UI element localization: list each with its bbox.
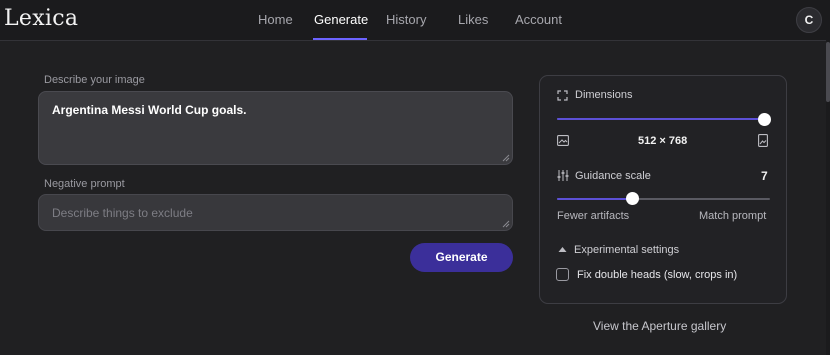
guidance-scale-value: 7 — [761, 169, 768, 183]
dimensions-slider-fill — [557, 118, 764, 120]
fewer-artifacts-label: Fewer artifacts — [557, 210, 630, 222]
caret-up-icon[interactable] — [558, 246, 567, 253]
nav-home[interactable]: Home — [258, 12, 293, 27]
experimental-settings-toggle[interactable]: Experimental settings — [574, 244, 679, 256]
nav-likes[interactable]: Likes — [458, 12, 488, 27]
guidance-slider-fill — [557, 198, 632, 200]
guidance-scale-label: Guidance scale — [575, 170, 651, 182]
prompt-textarea[interactable]: Argentina Messi World Cup goals. — [38, 91, 513, 165]
active-tab-indicator — [313, 38, 367, 40]
resize-handle-icon[interactable] — [502, 220, 510, 228]
aperture-gallery-link[interactable]: View the Aperture gallery — [593, 319, 726, 333]
dimensions-value: 512 × 768 — [638, 135, 688, 147]
avatar[interactable]: C — [796, 7, 822, 33]
dimensions-slider-knob[interactable] — [758, 113, 771, 126]
scrollbar-thumb[interactable] — [826, 42, 830, 102]
guidance-slider-knob[interactable] — [626, 192, 639, 205]
portrait-image-icon — [758, 134, 768, 147]
nav-history[interactable]: History — [386, 12, 426, 27]
landscape-image-icon — [557, 135, 569, 146]
match-prompt-label: Match prompt — [699, 210, 767, 222]
dimensions-label: Dimensions — [575, 89, 633, 101]
negative-prompt-label: Negative prompt — [44, 178, 125, 190]
fix-double-heads-label: Fix double heads (slow, crops in) — [577, 269, 738, 281]
negative-prompt-textarea[interactable]: Describe things to exclude — [38, 194, 513, 231]
nav-generate[interactable]: Generate — [314, 12, 368, 27]
negative-prompt-placeholder: Describe things to exclude — [52, 206, 193, 220]
lexica-logo[interactable]: Lexica — [4, 6, 78, 31]
resize-handle-icon[interactable] — [502, 154, 510, 162]
describe-label: Describe your image — [44, 74, 145, 86]
generate-button[interactable]: Generate — [410, 243, 513, 272]
fix-double-heads-checkbox[interactable] — [556, 268, 569, 281]
nav-account[interactable]: Account — [515, 12, 562, 27]
dimensions-icon — [557, 90, 568, 101]
sliders-icon — [557, 170, 569, 181]
prompt-value: Argentina Messi World Cup goals. — [52, 103, 247, 117]
